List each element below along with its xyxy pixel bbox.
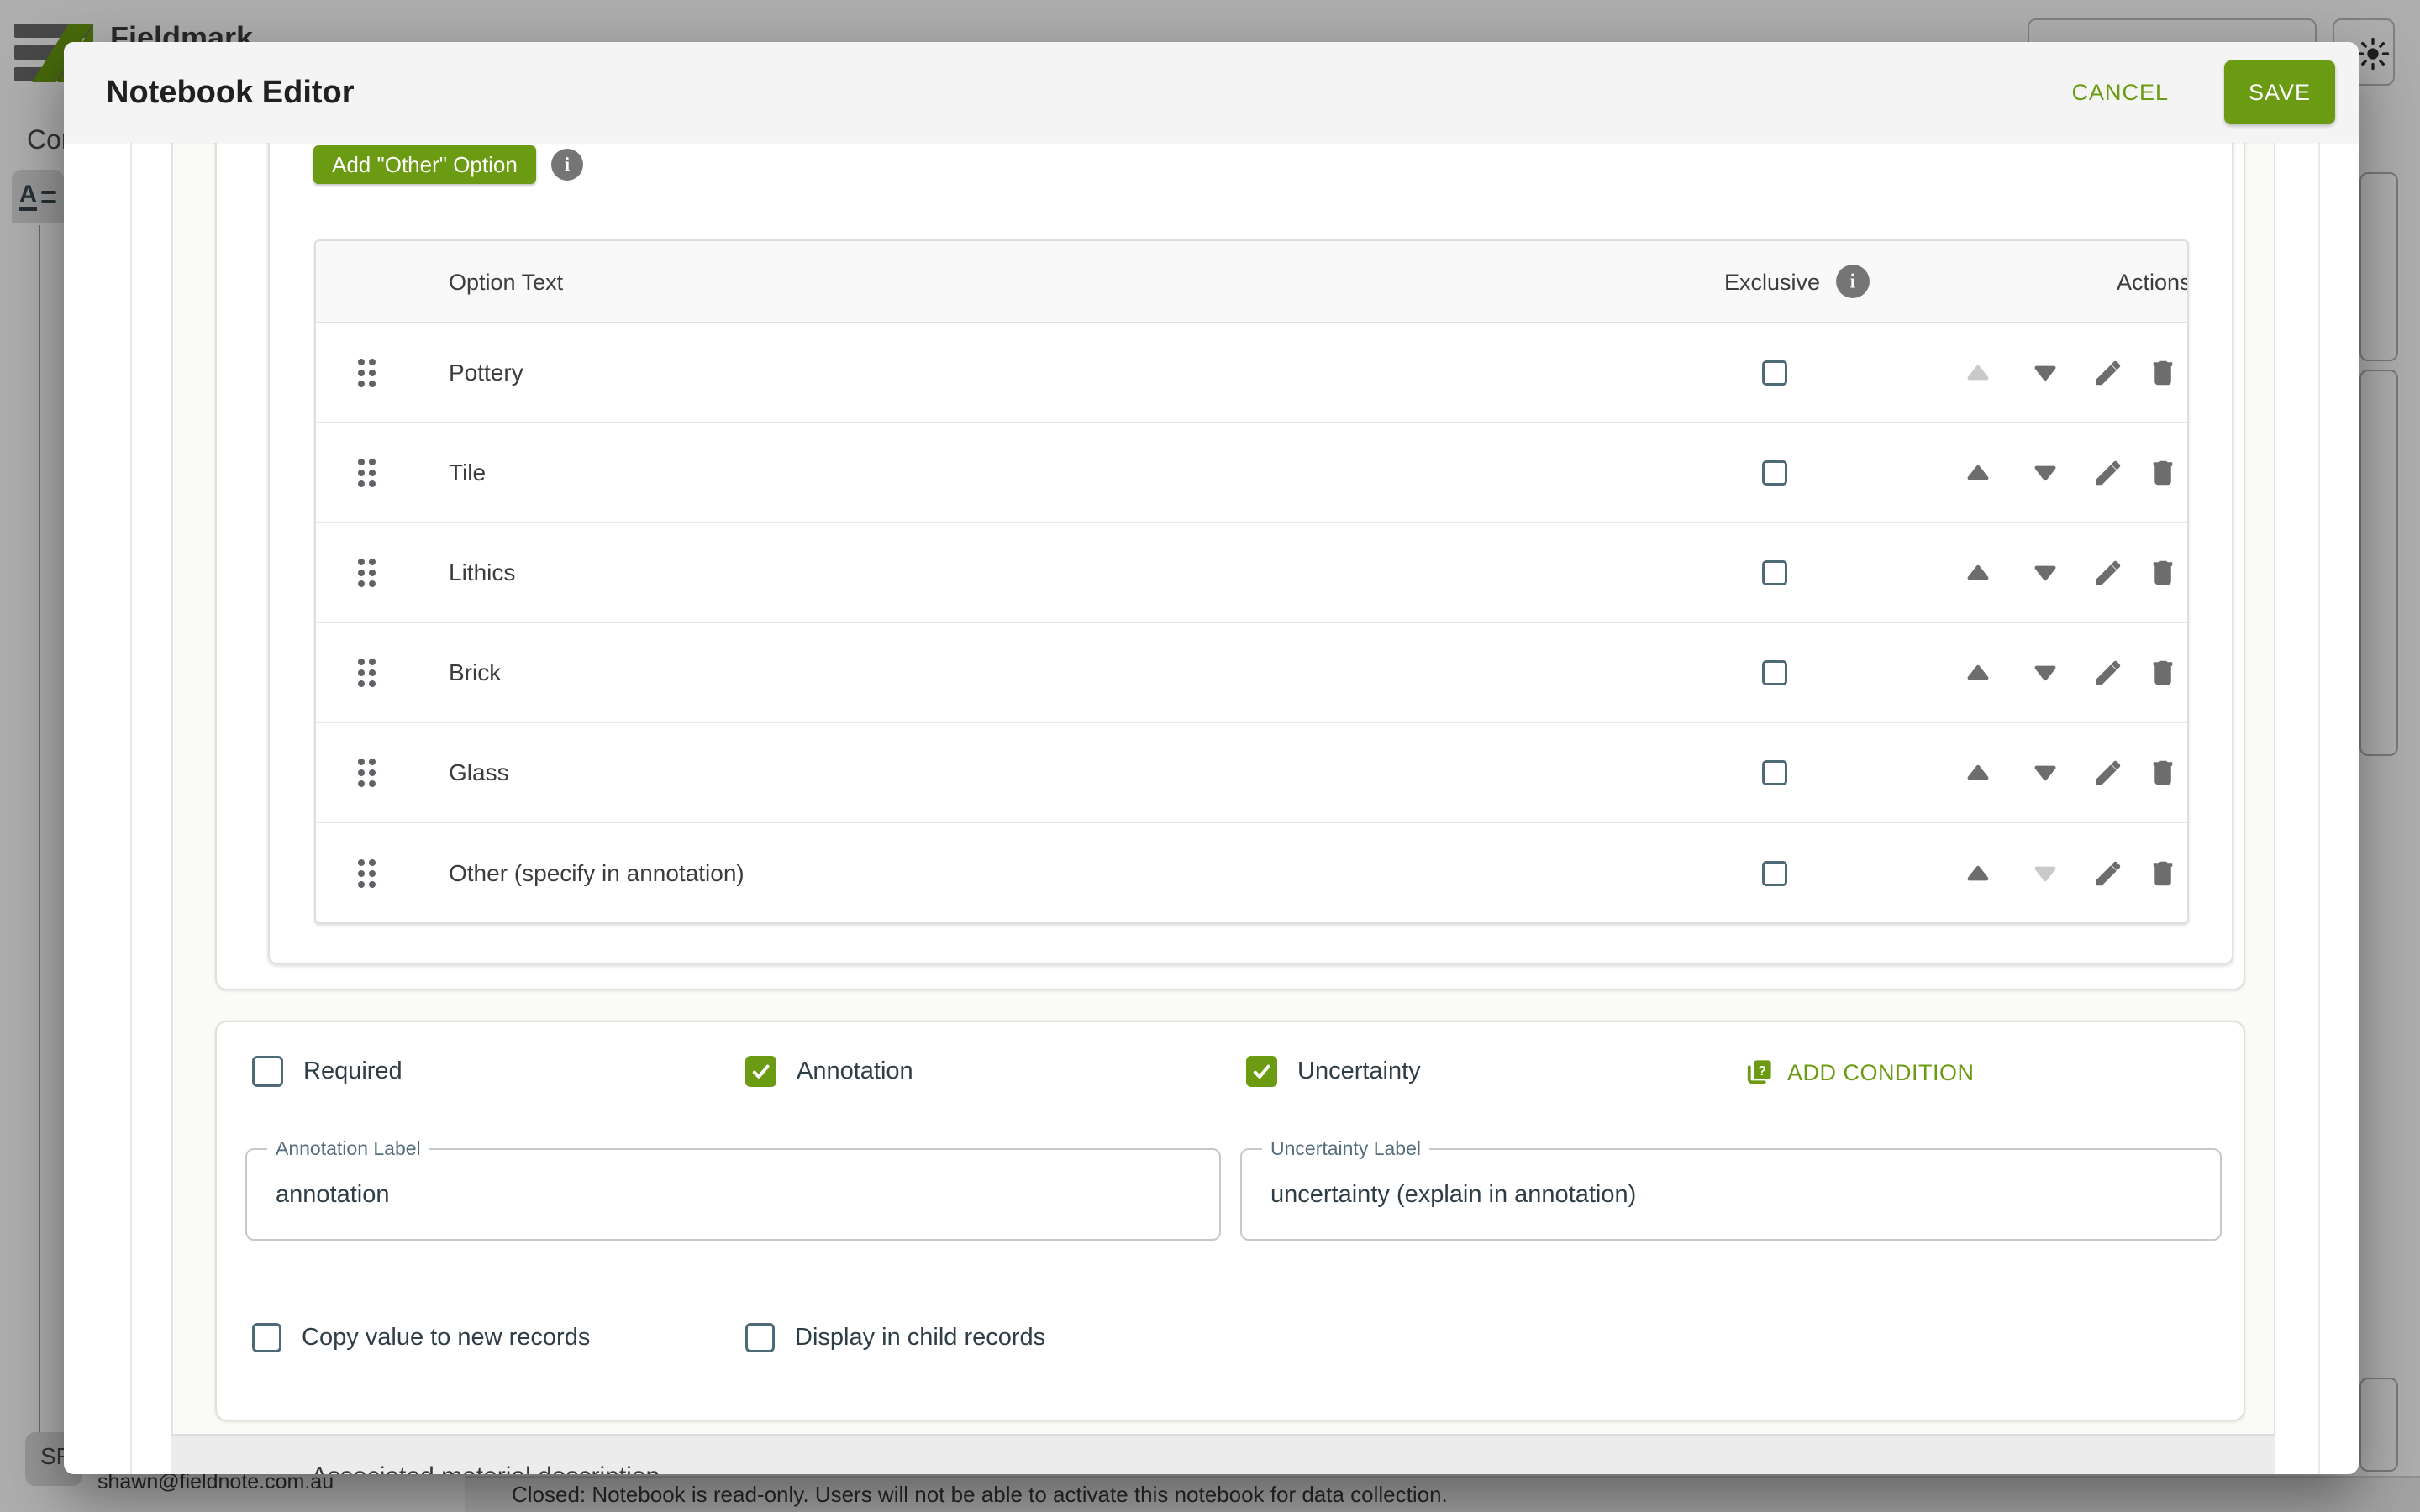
drag-handle-icon[interactable] bbox=[358, 459, 376, 487]
option-row-pottery: Pottery bbox=[316, 323, 2187, 423]
edit-option-button[interactable] bbox=[2090, 654, 2127, 691]
drag-handle-icon[interactable] bbox=[358, 659, 376, 687]
column-header-option-text: Option Text bbox=[449, 241, 563, 323]
field-settings-card: Required Annotation Uncertainty ? bbox=[215, 1021, 2245, 1421]
next-section-header[interactable]: Associated material description bbox=[171, 1434, 2275, 1474]
move-up-button[interactable] bbox=[1960, 754, 1996, 791]
exclusive-checkbox[interactable] bbox=[1762, 861, 1787, 886]
condition-icon: ? bbox=[1744, 1058, 1774, 1088]
exclusive-checkbox[interactable] bbox=[1762, 660, 1787, 685]
move-down-button[interactable] bbox=[2027, 554, 2064, 591]
delete-option-button[interactable] bbox=[2144, 654, 2181, 691]
required-checkbox-row[interactable]: Required bbox=[252, 1056, 402, 1087]
edit-option-button[interactable] bbox=[2090, 454, 2127, 491]
edit-option-button[interactable] bbox=[2090, 754, 2127, 791]
exclusive-checkbox[interactable] bbox=[1762, 560, 1787, 585]
save-button[interactable]: SAVE bbox=[2224, 60, 2335, 124]
exclusive-checkbox[interactable] bbox=[1762, 360, 1787, 386]
info-icon[interactable]: i bbox=[551, 149, 583, 181]
option-row-lithics: Lithics bbox=[316, 523, 2187, 623]
delete-option-button[interactable] bbox=[2144, 354, 2181, 391]
option-row-tile: Tile bbox=[316, 423, 2187, 523]
next-section-label: Associated material description bbox=[311, 1462, 660, 1474]
drag-handle-icon[interactable] bbox=[358, 359, 376, 387]
option-text: Lithics bbox=[449, 523, 515, 622]
move-up-button bbox=[1960, 354, 1996, 391]
copy-value-checkbox-row[interactable]: Copy value to new records bbox=[252, 1323, 590, 1352]
move-down-button[interactable] bbox=[2027, 454, 2064, 491]
edit-option-button[interactable] bbox=[2090, 554, 2127, 591]
option-row-glass: Glass bbox=[316, 723, 2187, 823]
exclusive-checkbox[interactable] bbox=[1762, 460, 1787, 486]
cancel-button[interactable]: CANCEL bbox=[2049, 60, 2191, 124]
move-up-button[interactable] bbox=[1960, 855, 1996, 892]
options-card: Add "Other" Option i Option Text Exclusi… bbox=[268, 92, 2233, 964]
delete-option-button[interactable] bbox=[2144, 754, 2181, 791]
required-label: Required bbox=[303, 1058, 402, 1085]
copy-value-label: Copy value to new records bbox=[302, 1324, 590, 1352]
option-row-other: Other (specify in annotation) bbox=[316, 823, 2187, 923]
panel-border-right bbox=[2318, 143, 2320, 1474]
drag-handle-icon[interactable] bbox=[358, 759, 376, 787]
required-checkbox[interactable] bbox=[252, 1056, 283, 1087]
option-row-brick: Brick bbox=[316, 623, 2187, 723]
option-text: Glass bbox=[449, 723, 509, 822]
modal-header: Notebook Editor CANCEL SAVE bbox=[64, 42, 2359, 143]
move-up-button[interactable] bbox=[1960, 454, 1996, 491]
uncertainty-label: Uncertainty bbox=[1297, 1058, 1421, 1085]
delete-option-button[interactable] bbox=[2144, 554, 2181, 591]
add-other-option-button[interactable]: Add "Other" Option bbox=[313, 145, 536, 184]
annotation-label-field[interactable]: Annotation Label annotation bbox=[245, 1148, 1221, 1241]
option-text: Tile bbox=[449, 423, 486, 522]
move-down-button[interactable] bbox=[2027, 354, 2064, 391]
move-up-button[interactable] bbox=[1960, 654, 1996, 691]
uncertainty-checkbox-row[interactable]: Uncertainty bbox=[1246, 1056, 1421, 1087]
panel-border-left bbox=[130, 143, 132, 1474]
annotation-label: Annotation bbox=[797, 1058, 913, 1085]
options-table-header: Option Text Exclusive i Actions bbox=[316, 241, 2187, 323]
display-child-checkbox-row[interactable]: Display in child records bbox=[745, 1323, 1045, 1352]
notebook-editor-modal: Add "Other" Option i Option Text Exclusi… bbox=[64, 42, 2359, 1474]
delete-option-button[interactable] bbox=[2144, 454, 2181, 491]
info-icon[interactable]: i bbox=[1836, 265, 1870, 298]
annotation-field-value: annotation bbox=[276, 1150, 389, 1239]
uncertainty-checkbox[interactable] bbox=[1246, 1056, 1277, 1087]
copy-value-checkbox[interactable] bbox=[252, 1323, 281, 1352]
delete-option-button[interactable] bbox=[2144, 855, 2181, 892]
edit-option-button[interactable] bbox=[2090, 354, 2127, 391]
display-child-label: Display in child records bbox=[795, 1324, 1045, 1352]
annotation-checkbox[interactable] bbox=[745, 1056, 776, 1087]
move-down-button[interactable] bbox=[2027, 754, 2064, 791]
option-text: Pottery bbox=[449, 323, 523, 422]
move-down-button[interactable] bbox=[2027, 654, 2064, 691]
move-down-button bbox=[2027, 855, 2064, 892]
annotation-checkbox-row[interactable]: Annotation bbox=[745, 1056, 913, 1087]
uncertainty-field-value: uncertainty (explain in annotation) bbox=[1270, 1150, 1636, 1239]
column-header-actions: Actions bbox=[2117, 241, 2189, 323]
svg-text:?: ? bbox=[1758, 1064, 1766, 1079]
option-text: Other (specify in annotation) bbox=[449, 823, 744, 923]
add-condition-button[interactable]: ? ADD CONDITION bbox=[1744, 1058, 1975, 1088]
option-text: Brick bbox=[449, 623, 501, 722]
drag-handle-icon[interactable] bbox=[358, 559, 376, 587]
screen: Fieldmark Cor A SR shawn@fieldnote.com.a… bbox=[0, 0, 2420, 1512]
display-child-checkbox[interactable] bbox=[745, 1323, 775, 1352]
uncertainty-label-field[interactable]: Uncertainty Label uncertainty (explain i… bbox=[1240, 1148, 2222, 1241]
drag-handle-icon[interactable] bbox=[358, 859, 376, 888]
options-table: Option Text Exclusive i Actions Pottery bbox=[314, 239, 2189, 924]
add-condition-label: ADD CONDITION bbox=[1787, 1060, 1975, 1086]
column-header-exclusive: Exclusive bbox=[1724, 241, 1820, 323]
exclusive-checkbox[interactable] bbox=[1762, 760, 1787, 785]
modal-title: Notebook Editor bbox=[106, 42, 355, 143]
edit-option-button[interactable] bbox=[2090, 855, 2127, 892]
move-up-button[interactable] bbox=[1960, 554, 1996, 591]
